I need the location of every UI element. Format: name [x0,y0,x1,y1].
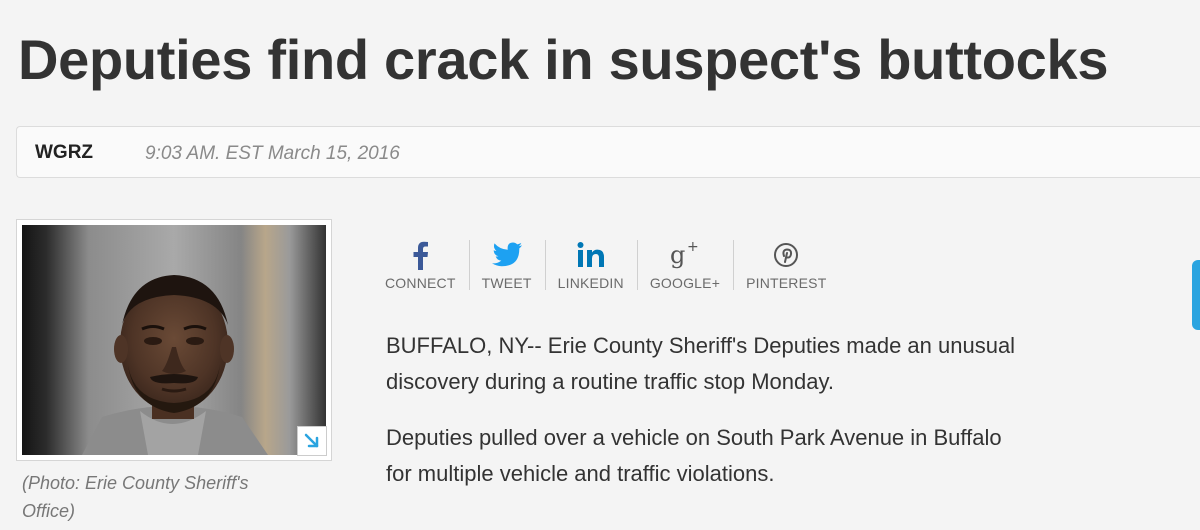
article-body: BUFFALO, NY-- Erie County Sheriff's Depu… [386,328,1026,512]
share-label-tweet: TWEET [481,275,532,291]
expand-photo-button[interactable] [297,426,327,456]
share-label-linkedin: LINKEDIN [557,275,624,291]
share-bar: CONNECT TWEET LINKEDIN g + GOOGLE+ PINTE… [372,238,839,294]
photo-caption: (Photo: Erie County Sheriff's Office) [22,473,249,521]
headline: Deputies find crack in suspect's buttock… [18,28,1109,91]
share-pinterest-button[interactable]: PINTEREST [733,238,839,294]
svg-text:g: g [670,241,685,269]
side-feedback-tab[interactable] [1192,260,1200,330]
svg-text:+: + [687,239,699,255]
source-name[interactable]: WGRZ [35,142,93,164]
google-plus-icon: g + [668,238,702,272]
expand-arrow-icon [304,433,319,448]
twitter-icon [491,238,523,272]
facebook-icon [410,238,430,272]
article-paragraph: BUFFALO, NY-- Erie County Sheriff's Depu… [386,333,1016,394]
article-page: Deputies find crack in suspect's buttock… [0,0,1200,530]
pinterest-icon [773,238,799,272]
share-twitter-button[interactable]: TWEET [468,238,545,294]
share-label-connect: CONNECT [385,275,456,291]
byline-bar: WGRZ 9:03 AM. EST March 15, 2016 [16,126,1200,178]
share-label-pinterest: PINTEREST [746,275,827,291]
publish-timestamp: 9:03 AM. EST March 15, 2016 [145,143,400,164]
mugshot-photo[interactable] [22,225,326,455]
share-googleplus-button[interactable]: g + GOOGLE+ [636,238,733,294]
article-photo-frame[interactable] [16,219,332,461]
share-facebook-button[interactable]: CONNECT [372,238,469,294]
share-label-googleplus: GOOGLE+ [649,275,721,291]
article-paragraph: Deputies pulled over a vehicle on South … [386,425,1002,486]
linkedin-icon [576,238,606,272]
share-linkedin-button[interactable]: LINKEDIN [544,238,637,294]
